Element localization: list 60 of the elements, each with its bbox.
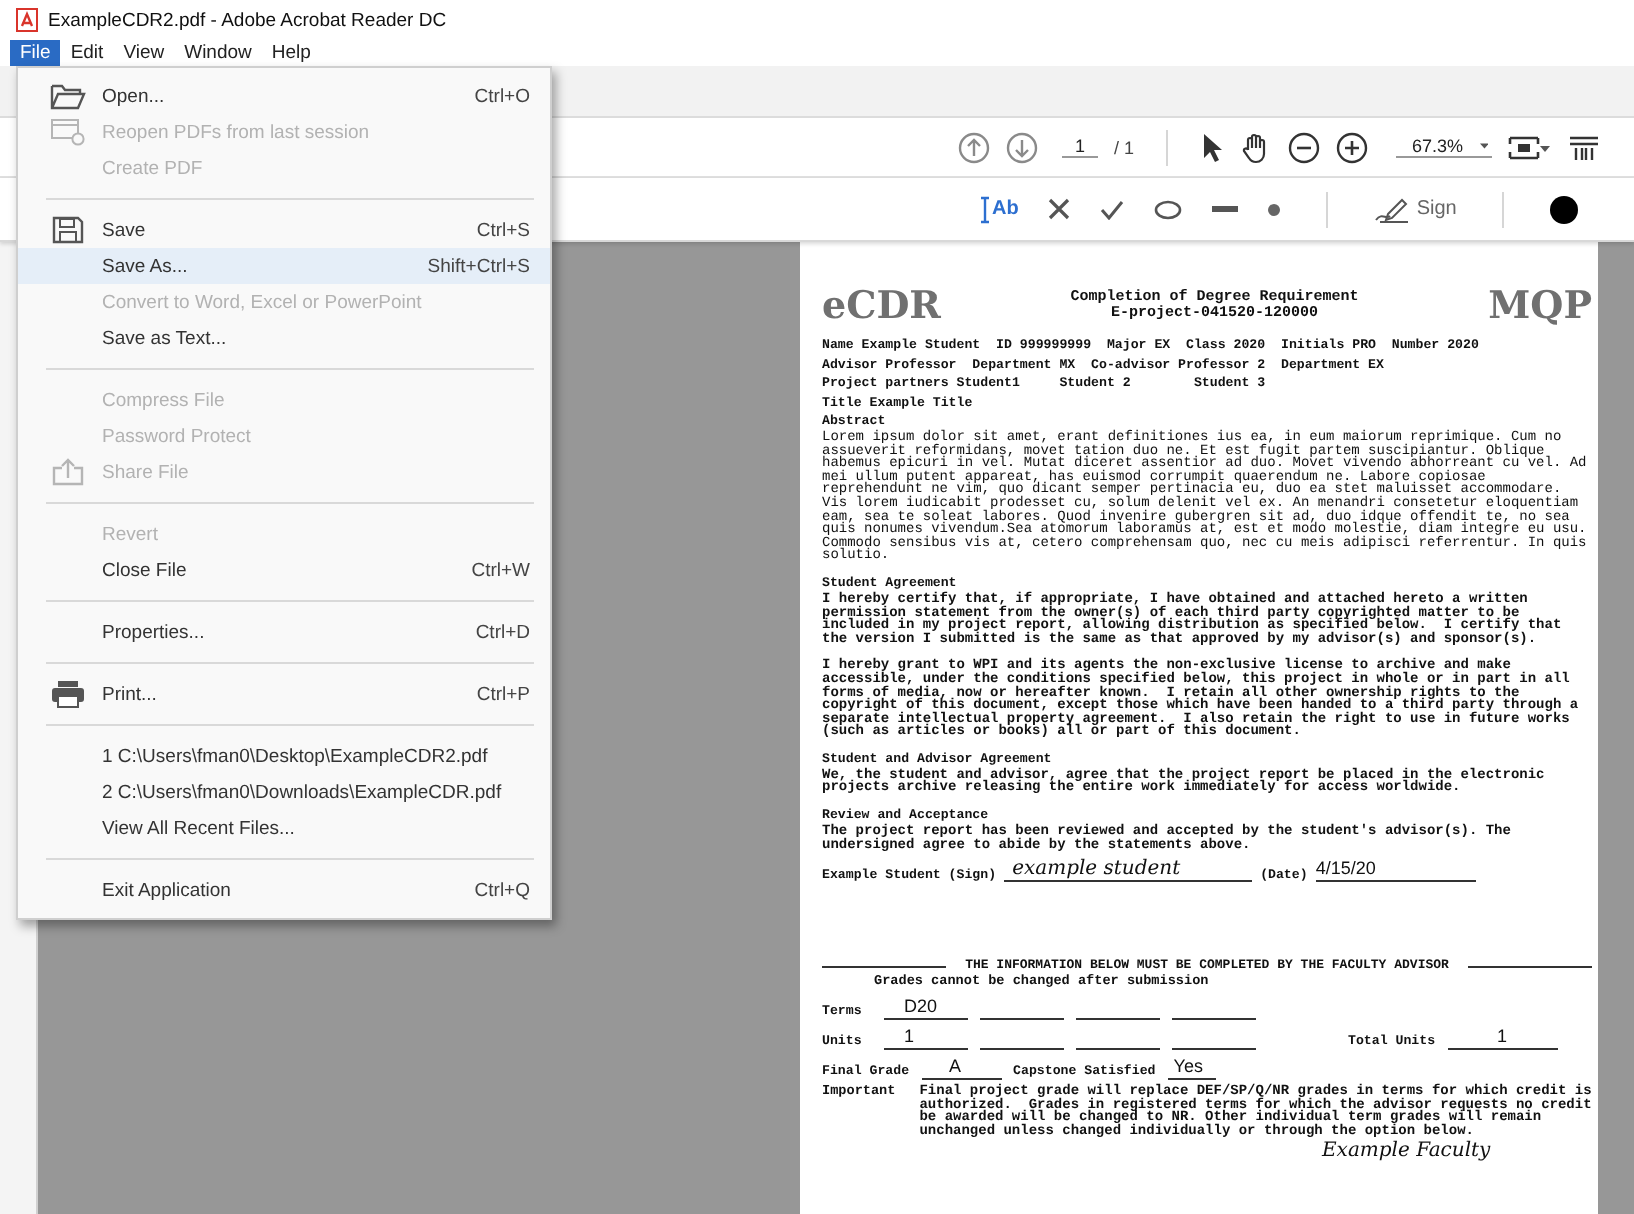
logo-text: eCDR — [822, 286, 941, 326]
fill-in-line: 1 — [1447, 1026, 1558, 1051]
shortcut-text: Ctrl+P — [476, 683, 530, 705]
pen-signature-icon — [1374, 195, 1411, 223]
menu-bar-item[interactable]: File — [10, 40, 61, 66]
next-page-icon[interactable] — [1006, 131, 1038, 163]
menu-item[interactable]: Properties... Ctrl+D — [18, 614, 550, 650]
fill-in-line: Yes — [1167, 1056, 1216, 1081]
line-tool-icon[interactable] — [1212, 206, 1239, 212]
shortcut-text: Ctrl+S — [476, 219, 530, 241]
check-mark-icon[interactable] — [1100, 199, 1125, 219]
menu-item[interactable]: 1 C:\Users\fman0\Desktop\ExampleCDR2.pdf — [18, 738, 550, 774]
pdf-file-icon — [16, 8, 38, 32]
color-swatch-icon[interactable] — [1550, 195, 1579, 223]
circle-tool-icon[interactable] — [1154, 199, 1183, 219]
cross-mark-icon[interactable] — [1048, 198, 1071, 220]
zoom-in-icon[interactable] — [1336, 131, 1369, 163]
save-icon — [50, 216, 86, 244]
fill-in-line: D20 — [884, 996, 968, 1021]
menu-item[interactable]: 2 C:\Users\fman0\Downloads\ExampleCDR.pdf — [18, 774, 550, 810]
menu-item[interactable]: Save as Text... — [18, 320, 550, 356]
signature-line: example student — [1004, 858, 1253, 883]
menu-bar-item[interactable]: Window — [174, 40, 262, 66]
caret-icon — [1479, 142, 1489, 150]
page-number-field[interactable]: 1 — [1062, 136, 1098, 158]
printer-icon — [50, 680, 86, 708]
menu-bar-item[interactable]: Edit — [60, 40, 114, 66]
text-cursor-icon — [980, 195, 990, 223]
page-count-text: / 1 — [1114, 137, 1135, 157]
shortcut-text: Shift+Ctrl+S — [427, 255, 530, 277]
shortcut-text: Ctrl+W — [471, 559, 530, 581]
shortcut-text: Ctrl+O — [474, 85, 530, 107]
window-refresh-icon — [50, 118, 86, 146]
signature-text: Example Faculty — [1322, 1139, 1491, 1162]
fill-in-line: 1 — [884, 1026, 968, 1051]
menu-item[interactable]: View All Recent Files... — [18, 810, 550, 846]
menu-item[interactable]: Exit Application Ctrl+Q — [18, 872, 550, 908]
folder-icon — [50, 82, 86, 110]
project-type-text: MQP — [1488, 286, 1592, 326]
share-icon — [50, 458, 86, 486]
pointer-icon[interactable] — [1200, 131, 1225, 163]
dot-tool-icon[interactable] — [1268, 203, 1281, 215]
window-title: ExampleCDR2.pdf - Adobe Acrobat Reader DC — [48, 9, 447, 31]
shortcut-text: Ctrl+D — [475, 621, 530, 643]
read-mode-icon[interactable] — [1568, 131, 1601, 163]
menu-item[interactable]: Close File Ctrl+W — [18, 552, 550, 588]
zoom-field[interactable]: 67.3% — [1396, 136, 1493, 158]
previous-page-icon[interactable] — [958, 131, 990, 163]
fill-in-line: A — [921, 1056, 1002, 1081]
menu-bar-item[interactable]: Help — [261, 40, 321, 66]
sign-button[interactable]: Sign — [1374, 195, 1457, 223]
menu-item[interactable]: Save As... Shift+Ctrl+S — [18, 248, 550, 284]
menu-item[interactable]: Save Ctrl+S — [18, 212, 550, 248]
fit-page-icon[interactable] — [1508, 131, 1553, 163]
shortcut-text: Ctrl+Q — [474, 879, 530, 901]
add-text-tool[interactable]: Ab — [980, 195, 1019, 223]
menu-bar-item[interactable]: View — [113, 40, 175, 66]
date-line: 4/15/20 — [1315, 858, 1476, 883]
menu-item[interactable]: Print... Ctrl+P — [18, 676, 550, 712]
zoom-out-icon[interactable] — [1288, 131, 1321, 163]
